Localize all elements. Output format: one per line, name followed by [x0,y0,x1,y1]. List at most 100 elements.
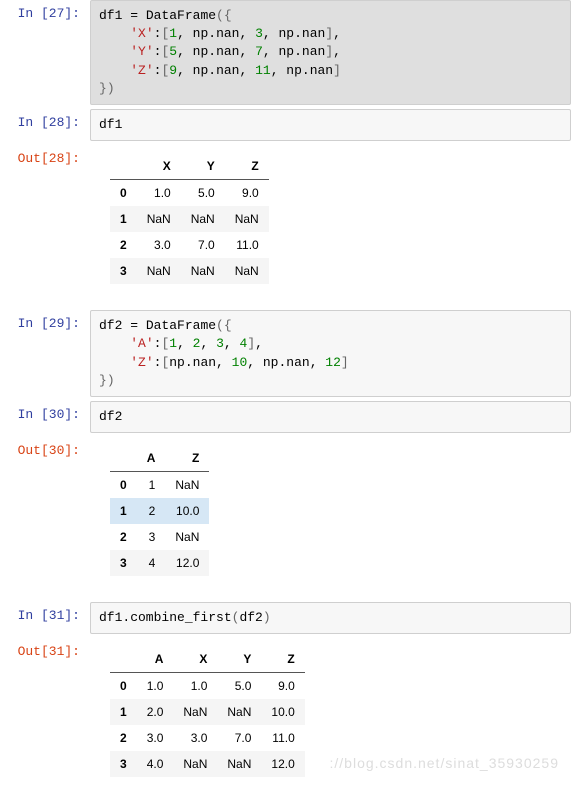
row-index: 2 [110,524,137,550]
cell-value: 10.0 [261,699,304,725]
column-header: A [137,646,174,673]
cell-value: NaN [217,751,261,777]
row-index: 1 [110,206,137,232]
prompt-in-27: In [27]: [0,0,90,105]
cell-value: 2 [137,498,166,524]
column-header: Z [261,646,304,673]
cell-value: 9.0 [225,180,269,207]
column-header [110,153,137,180]
row-index: 3 [110,751,137,777]
column-header [110,646,137,673]
cell-in-30: In [30]: df2 [0,401,571,433]
code-text: df2 [99,408,562,426]
code-text: df1 = DataFrame({ 'X':[1, np.nan, 3, np.… [99,7,562,98]
code-input-27[interactable]: df1 = DataFrame({ 'X':[1, np.nan, 3, np.… [90,0,571,105]
cell-value: NaN [165,472,209,499]
code-input-31[interactable]: df1.combine_first(df2) [90,602,571,634]
table-row: 01NaN [110,472,209,499]
cell-value: NaN [181,206,225,232]
row-index: 1 [110,699,137,725]
prompt-in-29: In [29]: [0,310,90,397]
cell-value: 11.0 [261,725,304,751]
cell-value: 1 [137,472,166,499]
cell-value: 3 [137,524,166,550]
code-text: df1 [99,116,562,134]
cell-value: 4 [137,550,166,576]
cell-value: NaN [225,206,269,232]
cell-value: 1.0 [173,673,217,700]
cell-in-27: In [27]: df1 = DataFrame({ 'X':[1, np.na… [0,0,571,105]
cell-out-28: Out[28]: XYZ01.05.09.01NaNNaNNaN23.07.01… [0,145,571,306]
cell-in-29: In [29]: df2 = DataFrame({ 'A':[1, 2, 3,… [0,310,571,397]
cell-out-31: Out[31]: AXYZ01.01.05.09.012.0NaNNaN10.0… [0,638,571,799]
table-row: 1210.0 [110,498,209,524]
code-input-28[interactable]: df1 [90,109,571,141]
prompt-out-28: Out[28]: [0,145,90,306]
table-row: 3NaNNaNNaN [110,258,269,284]
row-index: 2 [110,232,137,258]
dataframe-df2: AZ01NaN1210.023NaN3412.0 [110,445,209,576]
table-row: 12.0NaNNaN10.0 [110,699,305,725]
column-header: Z [225,153,269,180]
cell-value: 3.0 [137,725,174,751]
column-header: X [137,153,181,180]
code-input-29[interactable]: df2 = DataFrame({ 'A':[1, 2, 3, 4], 'Z':… [90,310,571,397]
watermark: ://blog.csdn.net/sinat_35930259 [330,755,560,771]
row-index: 0 [110,180,137,207]
code-input-30[interactable]: df2 [90,401,571,433]
cell-value: 1.0 [137,180,181,207]
column-header: Y [181,153,225,180]
table-row: 3412.0 [110,550,209,576]
cell-value: NaN [137,258,181,284]
cell-value: 12.0 [261,751,304,777]
column-header: Y [217,646,261,673]
cell-out-30: Out[30]: AZ01NaN1210.023NaN3412.0 [0,437,571,598]
column-header: Z [165,445,209,472]
table-row: 01.01.05.09.0 [110,673,305,700]
column-header: X [173,646,217,673]
cell-value: 11.0 [225,232,269,258]
cell-value: NaN [217,699,261,725]
cell-value: 5.0 [181,180,225,207]
row-index: 3 [110,550,137,576]
row-index: 0 [110,673,137,700]
cell-value: NaN [165,524,209,550]
cell-value: NaN [225,258,269,284]
cell-value: 10.0 [165,498,209,524]
cell-in-31: In [31]: df1.combine_first(df2) [0,602,571,634]
prompt-out-31: Out[31]: [0,638,90,799]
cell-value: 1.0 [137,673,174,700]
cell-value: 7.0 [217,725,261,751]
output-31: AXYZ01.01.05.09.012.0NaNNaN10.023.03.07.… [90,638,571,799]
code-text: df2 = DataFrame({ 'A':[1, 2, 3, 4], 'Z':… [99,317,562,390]
output-28: XYZ01.05.09.01NaNNaNNaN23.07.011.03NaNNa… [90,145,571,306]
cell-value: 3.0 [173,725,217,751]
table-row: 34.0NaNNaN12.0 [110,751,305,777]
table-row: 01.05.09.0 [110,180,269,207]
cell-value: 9.0 [261,673,304,700]
table-row: 23.03.07.011.0 [110,725,305,751]
table-row: 1NaNNaNNaN [110,206,269,232]
cell-value: NaN [173,751,217,777]
dataframe-combined: AXYZ01.01.05.09.012.0NaNNaN10.023.03.07.… [110,646,305,777]
column-header: A [137,445,166,472]
row-index: 3 [110,258,137,284]
cell-value: NaN [137,206,181,232]
cell-value: 7.0 [181,232,225,258]
prompt-out-30: Out[30]: [0,437,90,598]
row-index: 0 [110,472,137,499]
cell-value: NaN [173,699,217,725]
cell-value: 3.0 [137,232,181,258]
cell-value: 4.0 [137,751,174,777]
prompt-in-30: In [30]: [0,401,90,433]
output-30: AZ01NaN1210.023NaN3412.0 [90,437,571,598]
column-header [110,445,137,472]
cell-in-28: In [28]: df1 [0,109,571,141]
table-row: 23NaN [110,524,209,550]
code-text: df1.combine_first(df2) [99,609,562,627]
row-index: 2 [110,725,137,751]
row-index: 1 [110,498,137,524]
cell-value: NaN [181,258,225,284]
table-row: 23.07.011.0 [110,232,269,258]
prompt-in-31: In [31]: [0,602,90,634]
